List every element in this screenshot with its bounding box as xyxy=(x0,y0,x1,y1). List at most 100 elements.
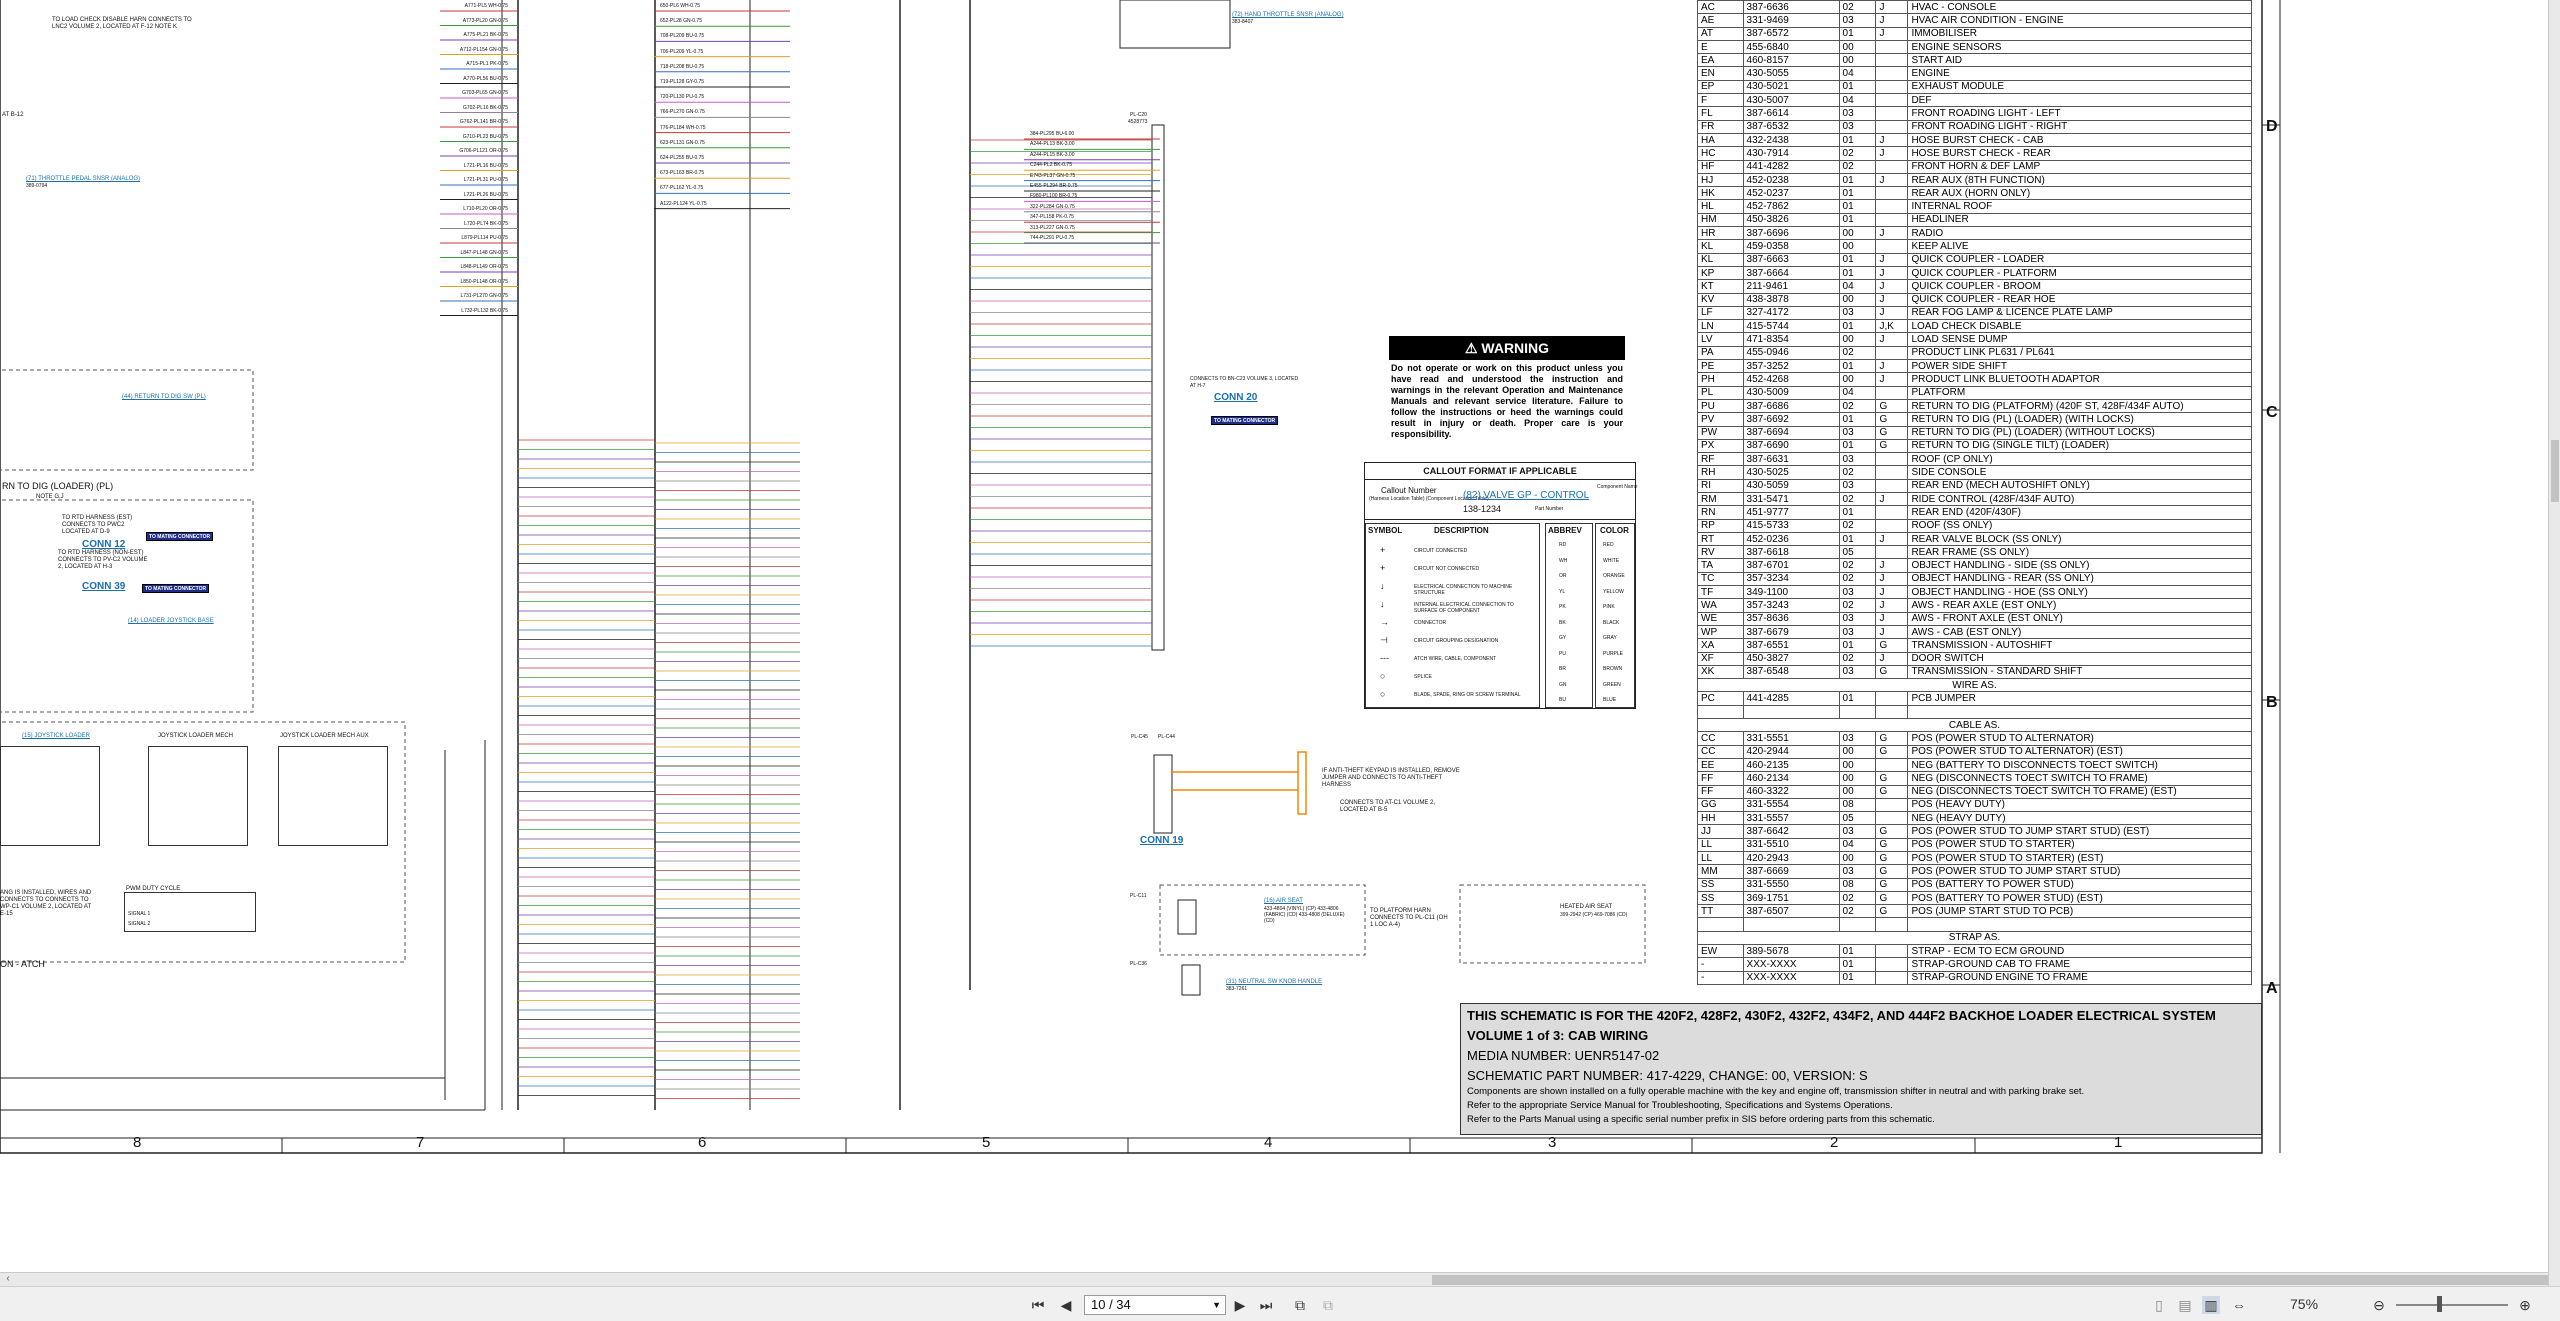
code-table-cell: 01 xyxy=(1838,957,1877,972)
warning-body: Do not operate or work on this product u… xyxy=(1391,363,1623,439)
code-table-row: RM 331-5471 02 J RIDE CONTROL (428F/434F AUT… xyxy=(1697,491,2252,507)
previous-page-icon[interactable]: ◀ xyxy=(1058,1296,1074,1314)
code-table-row: KV 438-3878 00 J QUICK COUPLER - REAR HOE xyxy=(1697,292,2252,307)
code-table-cell: KL xyxy=(1697,239,1744,254)
code-table-cell: 01 xyxy=(1838,505,1877,520)
code-table-cell: J xyxy=(1875,611,1909,626)
code-table-cell: 02 xyxy=(1838,398,1877,414)
code-table-cell: TC xyxy=(1697,571,1744,587)
pwm-sig2: SIGNAL 2 xyxy=(128,921,151,927)
hand-throttle-pn: 383-8407 xyxy=(1232,19,1254,25)
callout-example-pn: 138-1234 xyxy=(1463,504,1502,514)
throttle-pedal-link[interactable]: (71) THROTTLE PEDAL SNSR (ANALOG) xyxy=(26,176,140,182)
return-dig-sw-link[interactable]: (44) RETURN TO DIG SW (PL) xyxy=(122,394,206,400)
horizontal-scrollbar[interactable]: ‹ xyxy=(0,1272,2548,1286)
copy-page-icon[interactable]: ⧉ xyxy=(1290,1296,1310,1314)
conn39-link[interactable]: CONN 39 xyxy=(82,582,125,592)
code-table-cell: 452-0236 xyxy=(1742,531,1840,547)
document-area[interactable]: TO LOAD CHECK DISABLE HARN CONNECTS TO L… xyxy=(0,0,2548,1272)
wire-label: F980-PL100 BR-0.75 xyxy=(1030,193,1078,200)
code-table-cell: 452-4268 xyxy=(1742,372,1840,387)
joystick-loader-link[interactable]: (15) JOYSTICK LOADER xyxy=(22,733,90,739)
callout-example-link[interactable]: (82) VALVE GP - CONTROL xyxy=(1463,491,1589,501)
code-table-cell: 387-6694 xyxy=(1742,425,1840,440)
zone-label-a: A xyxy=(2266,980,2278,997)
code-table-cell: J xyxy=(1875,624,1909,640)
symbol-head: SYMBOL xyxy=(1368,526,1403,535)
code-table-cell: 471-8354 xyxy=(1742,332,1840,347)
code-table-cell: 02 xyxy=(1838,0,1877,15)
code-table-cell xyxy=(1697,917,1744,932)
conn20-link[interactable]: CONN 20 xyxy=(1214,393,1257,403)
wire-label: 673-PL163 BR-0.75 xyxy=(660,170,705,177)
vertical-scrollbar[interactable] xyxy=(2548,0,2560,1286)
code-table-cell: 02 xyxy=(1838,651,1877,666)
first-page-icon[interactable]: ⏮ xyxy=(1030,1296,1046,1314)
code-table-row: RP 415-5733 02 ROOF (SS ONLY) xyxy=(1697,518,2252,533)
air-seat-link[interactable]: (16) AIR SEAT xyxy=(1264,898,1303,904)
plc11-label: PL-C11 xyxy=(1130,893,1147,899)
code-table-cell xyxy=(1875,917,1909,932)
zoom-slider-thumb[interactable] xyxy=(2437,1296,2442,1312)
scroll-left-arrow-icon[interactable]: ‹ xyxy=(2,1273,14,1287)
two-page-view-icon[interactable]: ▥ xyxy=(2202,1296,2220,1314)
code-table-cell: RADIO xyxy=(1907,226,2252,241)
installed-note: ANG IS INSTALLED, WIRES AND CONNECTS TO … xyxy=(0,890,92,917)
code-table-cell: EA xyxy=(1697,53,1744,68)
code-table-cell: 00 xyxy=(1838,292,1877,307)
code-table-cell xyxy=(1742,917,1840,932)
wire-label: 322-PL284 GN-0.75 xyxy=(1030,203,1075,210)
code-table-cell: 00 xyxy=(1838,850,1877,866)
next-page-icon[interactable]: ▶ xyxy=(1232,1296,1248,1314)
zoom-out-icon[interactable]: ⊖ xyxy=(2370,1296,2388,1314)
code-table-section: STRAP AS. xyxy=(1697,930,2252,946)
code-table-cell: J xyxy=(1875,292,1909,307)
conn-bn-c23: CONNECTS TO BN-C23 VOLUME 3, LOCATED AT … xyxy=(1190,376,1299,389)
code-table-cell: 03 xyxy=(1838,478,1877,493)
code-table-cell xyxy=(1875,66,1909,81)
code-table-row: EE 460-2135 00 NEG (BATTERY TO DISCONNECTS … xyxy=(1697,757,2252,773)
horizontal-scroll-thumb[interactable] xyxy=(1432,1275,2548,1285)
conn12-link[interactable]: CONN 12 xyxy=(82,540,125,550)
paste-page-icon[interactable]: ⧉ xyxy=(1318,1296,1338,1314)
color-name: ORANGE xyxy=(1603,573,1625,579)
symbol-table: SYMBOL DESCRIPTION + CIRCUIT CONNECTED + CI… xyxy=(1365,523,1540,708)
mating-connector-chip-3: TO MATING CONNECTOR xyxy=(1211,416,1279,425)
continuous-view-icon[interactable]: ▤ xyxy=(2176,1296,2194,1314)
code-table-cell: J xyxy=(1875,558,1909,573)
code-table-cell: G xyxy=(1875,425,1909,440)
code-table-cell: JJ xyxy=(1697,824,1744,839)
code-table-cell: POS (POWER STUD TO JUMP START STUD) (EST… xyxy=(1907,824,2252,839)
joystick-box-2 xyxy=(148,746,248,846)
code-table-cell: 455-0946 xyxy=(1742,345,1840,361)
loader-joystick-link[interactable]: (14) LOADER JOYSTICK BASE xyxy=(128,618,214,624)
neutral-sw-link[interactable]: (31) NEUTRAL SW KNOB HANDLE xyxy=(1226,979,1322,985)
zoom-slider-track[interactable] xyxy=(2396,1304,2508,1306)
code-table-row: - XXX-XXXX 01 STRAP-GROUND ENGINE TO FRAME xyxy=(1697,970,2252,985)
code-table-cell xyxy=(1875,345,1909,361)
last-page-icon[interactable]: ⏭ xyxy=(1258,1296,1274,1314)
plc45-label: PL-C45 xyxy=(1131,734,1148,740)
fit-width-icon[interactable]: ⇔ xyxy=(2230,1296,2248,1314)
code-table-cell: 02 xyxy=(1838,465,1877,480)
code-table-cell xyxy=(1875,691,1909,706)
zoom-level[interactable]: 75% xyxy=(2290,1296,2318,1312)
color-name: WHITE xyxy=(1603,557,1620,564)
code-table-row: LL 420-2943 00 G POS (POWER STUD TO STARTER)… xyxy=(1697,850,2252,866)
single-page-view-icon[interactable]: ▯ xyxy=(2150,1296,2168,1314)
zone-label-d: D xyxy=(2266,118,2278,135)
code-table-cell: G xyxy=(1875,731,1909,746)
wire-label: 766-PL270 GN-0.75 xyxy=(660,109,705,116)
code-table-cell: TF xyxy=(1697,585,1744,600)
code-table-cell: 430-5059 xyxy=(1742,478,1840,493)
code-table-cell: J xyxy=(1875,26,1909,41)
zoom-in-icon[interactable]: ⊕ xyxy=(2516,1296,2534,1314)
vertical-scroll-thumb[interactable] xyxy=(2551,440,2559,502)
conn19-link[interactable]: CONN 19 xyxy=(1140,836,1183,846)
page-number-select[interactable]: 10 / 34 ▼ xyxy=(1084,1295,1226,1315)
code-table-cell: RM xyxy=(1697,491,1744,507)
code-table-row: HR 387-6696 00 J RADIO xyxy=(1697,226,2252,241)
hand-throttle-link[interactable]: (72) HAND THROTTLE SNSR (ANALOG) xyxy=(1232,12,1344,18)
code-table-cell: EXHAUST MODULE xyxy=(1907,79,2252,95)
code-table-cell: PL xyxy=(1697,385,1744,400)
